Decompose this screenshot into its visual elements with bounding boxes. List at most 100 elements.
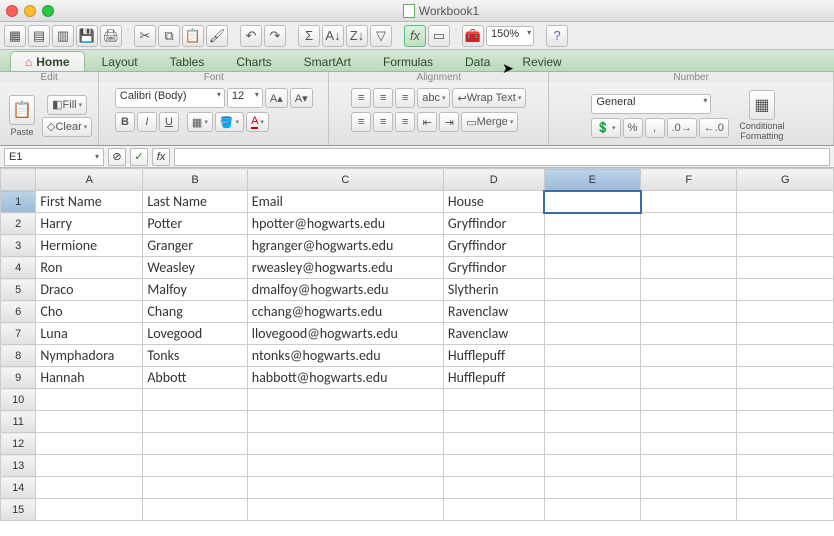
new-button[interactable]: ▦ — [4, 25, 26, 47]
cell[interactable] — [641, 345, 737, 367]
cell[interactable] — [443, 499, 544, 521]
save-button[interactable]: 💾 — [76, 25, 98, 47]
comma-button[interactable]: , — [645, 118, 665, 138]
cell[interactable] — [247, 499, 443, 521]
number-format-dropdown[interactable]: General — [591, 94, 711, 114]
cell[interactable] — [247, 477, 443, 499]
redo-button[interactable]: ↷ — [264, 25, 286, 47]
cell[interactable]: House — [443, 191, 544, 213]
cell[interactable]: rweasley@hogwarts.edu — [247, 257, 443, 279]
cell[interactable] — [143, 389, 247, 411]
cell[interactable] — [641, 323, 737, 345]
cell[interactable]: Luna — [36, 323, 143, 345]
paste-button[interactable]: 📋 Paste — [6, 95, 38, 137]
cell[interactable] — [737, 279, 834, 301]
cell[interactable] — [641, 257, 737, 279]
wrap-text-button[interactable]: ↩ Wrap Text▾ — [452, 88, 526, 108]
currency-button[interactable]: 💲▾ — [591, 118, 620, 138]
cell[interactable]: dmalfoy@hogwarts.edu — [247, 279, 443, 301]
align-center-button[interactable]: ≡ — [373, 112, 393, 132]
column-header-F[interactable]: F — [641, 169, 737, 191]
cell[interactable] — [443, 411, 544, 433]
cell[interactable] — [641, 433, 737, 455]
cell[interactable] — [143, 433, 247, 455]
increase-font-button[interactable]: A▴ — [265, 88, 288, 108]
cell[interactable] — [737, 389, 834, 411]
row-header-9[interactable]: 9 — [1, 367, 36, 389]
cell[interactable] — [544, 477, 640, 499]
cell[interactable] — [737, 367, 834, 389]
cell[interactable] — [737, 191, 834, 213]
cell[interactable]: Ravenclaw — [443, 323, 544, 345]
cell[interactable]: Tonks — [143, 345, 247, 367]
row-header-15[interactable]: 15 — [1, 499, 36, 521]
cell[interactable] — [641, 477, 737, 499]
insert-function-button[interactable]: fx — [152, 148, 170, 166]
cell[interactable]: Ravenclaw — [443, 301, 544, 323]
cell[interactable] — [737, 301, 834, 323]
cell[interactable] — [641, 455, 737, 477]
toolbox-button[interactable]: 🧰 — [462, 25, 484, 47]
row-header-14[interactable]: 14 — [1, 477, 36, 499]
tab-layout[interactable]: Layout — [87, 51, 153, 71]
row-header-7[interactable]: 7 — [1, 323, 36, 345]
cell[interactable] — [36, 411, 143, 433]
confirm-formula-button[interactable]: ✓ — [130, 148, 148, 166]
autosum-button[interactable]: Σ — [298, 25, 320, 47]
cell[interactable]: Harry — [36, 213, 143, 235]
cell[interactable]: Hufflepuff — [443, 367, 544, 389]
cell[interactable] — [247, 389, 443, 411]
zoom-window-button[interactable] — [42, 5, 54, 17]
cell[interactable]: Nymphadora — [36, 345, 143, 367]
cell[interactable]: cchang@hogwarts.edu — [247, 301, 443, 323]
cell[interactable] — [641, 235, 737, 257]
cell[interactable] — [737, 455, 834, 477]
cut-button[interactable]: ✂ — [134, 25, 156, 47]
cell[interactable] — [443, 389, 544, 411]
cell[interactable] — [641, 191, 737, 213]
row-header-4[interactable]: 4 — [1, 257, 36, 279]
cell[interactable] — [544, 455, 640, 477]
cell[interactable] — [737, 433, 834, 455]
cell[interactable]: Slytherin — [443, 279, 544, 301]
cell[interactable] — [641, 301, 737, 323]
cell[interactable] — [641, 213, 737, 235]
cell[interactable] — [737, 411, 834, 433]
cell[interactable] — [36, 455, 143, 477]
cell[interactable] — [544, 279, 640, 301]
percent-button[interactable]: % — [623, 118, 643, 138]
spreadsheet-grid-wrap[interactable]: ABCDEFG 1First NameLast NameEmailHouse2H… — [0, 168, 834, 536]
merge-button[interactable]: ▭ Merge▾ — [461, 112, 518, 132]
cell[interactable]: Hannah — [36, 367, 143, 389]
minimize-window-button[interactable] — [24, 5, 36, 17]
cell[interactable] — [641, 367, 737, 389]
cell[interactable] — [737, 257, 834, 279]
cell[interactable] — [544, 411, 640, 433]
decrease-indent-button[interactable]: ⇤ — [417, 112, 437, 132]
cell[interactable]: Lovegood — [143, 323, 247, 345]
show-formulas-button[interactable]: fx — [404, 25, 426, 47]
column-header-A[interactable]: A — [36, 169, 143, 191]
align-middle-button[interactable]: ≡ — [373, 88, 393, 108]
row-header-12[interactable]: 12 — [1, 433, 36, 455]
cell[interactable] — [143, 411, 247, 433]
cell[interactable] — [544, 367, 640, 389]
cell[interactable] — [36, 389, 143, 411]
cell[interactable]: Hermione — [36, 235, 143, 257]
close-window-button[interactable] — [6, 5, 18, 17]
bold-button[interactable]: B — [115, 112, 135, 132]
cell[interactable]: Weasley — [143, 257, 247, 279]
cancel-formula-button[interactable]: ⊘ — [108, 148, 126, 166]
cell[interactable] — [544, 389, 640, 411]
cell[interactable]: hpotter@hogwarts.edu — [247, 213, 443, 235]
cell[interactable]: Abbott — [143, 367, 247, 389]
font-size-dropdown[interactable]: 12 — [227, 88, 263, 108]
conditional-formatting-button[interactable]: ▦ Conditional Formatting — [733, 90, 791, 142]
cell[interactable] — [544, 323, 640, 345]
cell[interactable]: Gryffindor — [443, 213, 544, 235]
chart-button[interactable]: ▭ — [428, 25, 450, 47]
font-color-button[interactable]: A▾ — [246, 112, 269, 132]
cell[interactable] — [544, 433, 640, 455]
tab-data[interactable]: Data — [450, 51, 505, 71]
print-button[interactable]: 🖨 — [100, 25, 122, 47]
